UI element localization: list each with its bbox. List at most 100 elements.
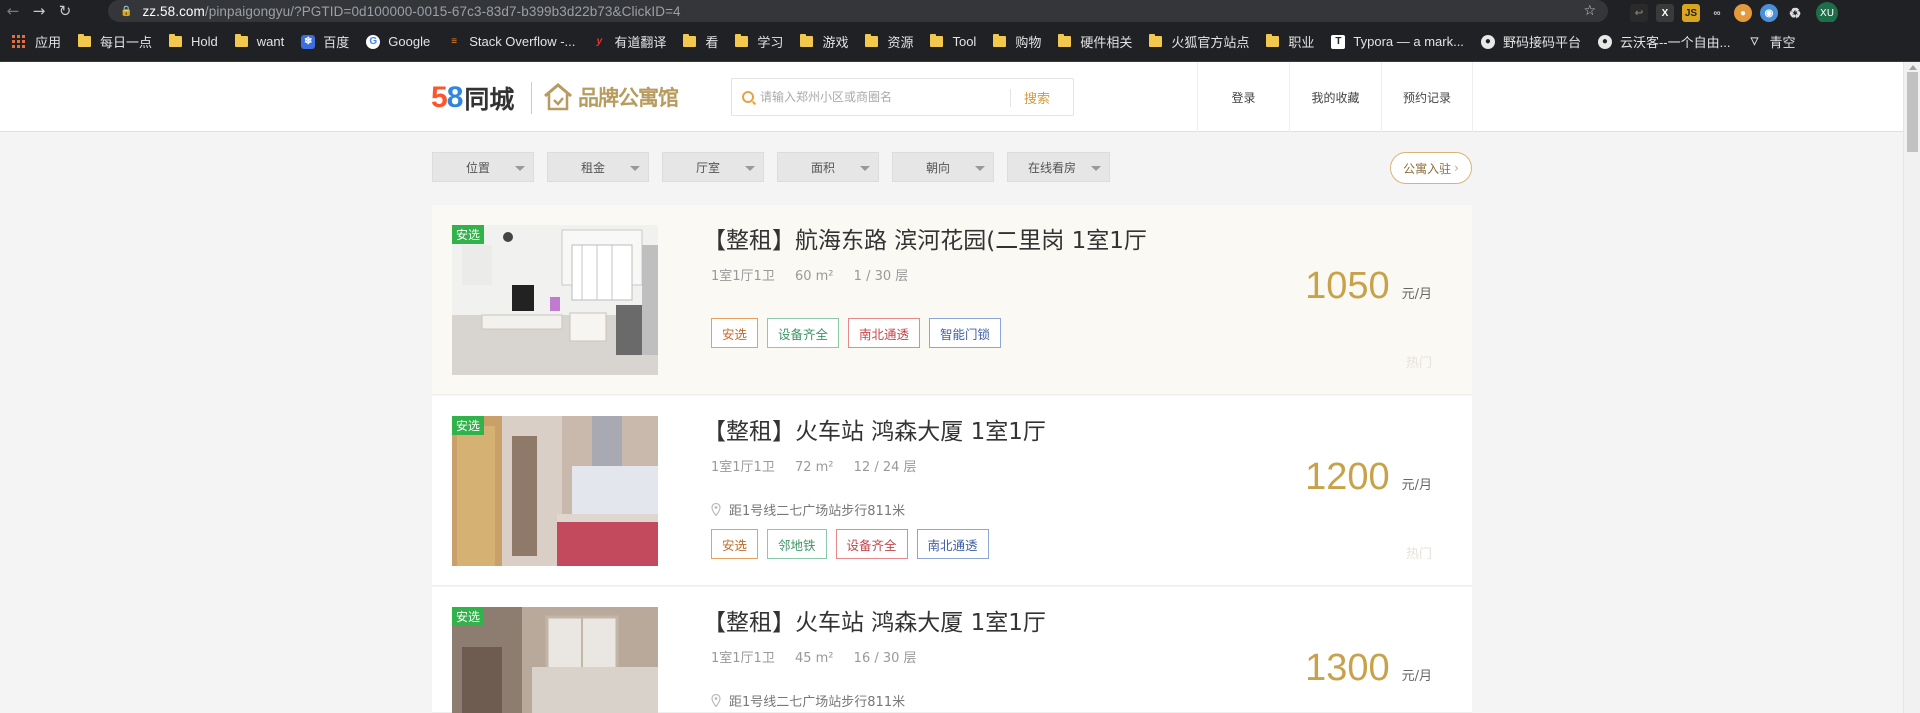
tag: 南北通透 <box>848 318 921 348</box>
anxuan-badge: 安选 <box>452 225 485 244</box>
bookmark-label: 资源 <box>887 35 914 50</box>
filter-rooms[interactable]: 厅室 <box>662 152 764 182</box>
bookings-link[interactable]: 预约记录 <box>1382 62 1473 132</box>
bookmark-label: 看 <box>705 35 719 50</box>
bookmark-folder[interactable]: 硬件相关 <box>1058 32 1132 51</box>
folder-icon <box>78 34 92 47</box>
search-icon <box>742 91 754 103</box>
listing-layout: 1室1厅1卫 <box>711 460 775 475</box>
hot-label: 热门 <box>1405 356 1432 371</box>
filter-bar: 位置 租金 厅室 面积 朝向 在线看房 <box>432 152 1472 182</box>
search-button[interactable]: 搜索 <box>1024 88 1050 107</box>
bookmark-stackoverflow[interactable]: ≡ Stack Overflow -... <box>447 34 575 49</box>
bookmark-typora[interactable]: T Typora — a mark... <box>1331 34 1464 49</box>
brand-text: 品牌公寓馆 <box>578 86 679 110</box>
bookmark-folder[interactable]: 资源 <box>865 32 913 51</box>
join-apartment-button[interactable]: 公寓入驻 › <box>1390 152 1472 184</box>
listing-title[interactable]: 【整租】火车站 鸿森大厦 1室1厅 <box>703 603 1046 637</box>
bookmark-folder[interactable]: Tool <box>930 34 976 49</box>
stackoverflow-icon: ≡ <box>451 36 458 47</box>
brand-apartment-logo[interactable]: 品牌公寓馆 <box>542 82 679 112</box>
listing-price: 1300 元/月 <box>1305 647 1432 690</box>
bookmark-folder[interactable]: 游戏 <box>800 32 848 51</box>
tag: 设备齐全 <box>767 318 840 348</box>
filter-location[interactable]: 位置 <box>432 152 534 182</box>
address-bar[interactable]: 🔒 zz.58.com/pinpaigongyu/?PGTID=0d100000… <box>108 0 1608 22</box>
search-divider <box>1010 89 1011 107</box>
extension-gray-icon[interactable]: ↩ <box>1630 4 1648 22</box>
extension-cookie-icon[interactable]: ● <box>1734 4 1752 22</box>
bookmark-yema[interactable]: ● 野码接码平台 <box>1480 32 1581 51</box>
bookmark-qingkong[interactable]: ▽ 青空 <box>1747 32 1796 51</box>
extension-js-icon[interactable]: JS <box>1682 4 1700 22</box>
globe-icon: ● <box>1480 34 1495 49</box>
hot-label: 热门 <box>1405 547 1432 562</box>
page-scrollbar[interactable] <box>1903 62 1920 713</box>
tag: 安选 <box>711 318 759 348</box>
bookmark-label: Stack Overflow -... <box>469 34 576 49</box>
caret-down-icon <box>745 166 755 171</box>
listing-tags: 安选 邻地铁 设备齐全 南北通透 <box>711 529 989 559</box>
listing-title[interactable]: 【整租】航海东路 滨河花园(二里岗 1室1厅 <box>703 221 1147 255</box>
58-logo[interactable]: 58 同城 <box>431 80 514 116</box>
typora-icon: T <box>1331 34 1346 49</box>
filter-rent[interactable]: 租金 <box>547 152 649 182</box>
bookmark-google[interactable]: G Google <box>366 34 430 49</box>
bookmark-folder[interactable]: want <box>234 34 284 49</box>
favorites-link[interactable]: 我的收藏 <box>1290 62 1382 132</box>
listing-card[interactable]: 安选 【整租】航海东路 滨河花园(二里岗 1室1厅 1室1厅1卫 60 m² 1… <box>432 205 1472 395</box>
bookmark-folder[interactable]: 每日一点 <box>78 32 152 51</box>
filter-orientation[interactable]: 朝向 <box>892 152 994 182</box>
search-input[interactable] <box>760 90 1010 104</box>
tag: 邻地铁 <box>767 529 827 559</box>
bookmark-label: 每日一点 <box>100 35 153 50</box>
room-photo-image <box>452 225 658 375</box>
caret-down-icon <box>975 166 985 171</box>
scroll-thumb[interactable] <box>1907 72 1918 152</box>
login-link[interactable]: 登录 <box>1198 62 1290 132</box>
bookmark-baidu[interactable]: ❄ 百度 <box>301 32 349 51</box>
listing-card[interactable]: 安选 【整租】火车站 鸿森大厦 1室1厅 1室1厅1卫 72 m² 12 / 2… <box>432 396 1472 586</box>
scroll-up-arrow-icon[interactable] <box>1909 65 1917 70</box>
url-path: /pinpaigongyu/?PGTID=0d100000-0015-67c3-… <box>204 3 681 19</box>
bookmark-folder[interactable]: 购物 <box>993 32 1041 51</box>
bookmark-label: 游戏 <box>822 35 849 50</box>
bookmark-folder[interactable]: 职业 <box>1266 32 1314 51</box>
listing-price: 1050 元/月 <box>1305 265 1432 308</box>
logo-city-text: 同城 <box>464 85 515 114</box>
bookmark-folder[interactable]: 火狐官方站点 <box>1149 32 1249 51</box>
bookmark-apps[interactable]: 应用 <box>12 32 61 51</box>
folder-icon <box>735 34 749 47</box>
filter-online-viewing[interactable]: 在线看房 <box>1007 152 1110 182</box>
bookmark-folder[interactable]: 看 <box>683 32 718 51</box>
listing-meta: 1室1厅1卫 60 m² 1 / 30 层 <box>711 265 924 284</box>
listing-photo[interactable]: 安选 <box>452 416 658 566</box>
extension-link-icon[interactable]: ∞ <box>1708 4 1726 22</box>
back-arrow-icon[interactable]: ← <box>0 0 26 22</box>
bookmark-yunwoke[interactable]: ● 云沃客--一个自由... <box>1597 32 1730 51</box>
bookmark-folder[interactable]: Hold <box>169 34 218 49</box>
listing-photo[interactable]: 安选 <box>452 607 658 713</box>
listing-title[interactable]: 【整租】火车站 鸿森大厦 1室1厅 <box>703 412 1046 446</box>
bookmark-folder[interactable]: 学习 <box>735 32 783 51</box>
profile-avatar[interactable]: XU <box>1816 2 1838 24</box>
anxuan-badge: 安选 <box>452 607 485 626</box>
extension-color-icon[interactable]: ◉ <box>1760 4 1778 22</box>
forward-arrow-icon[interactable]: → <box>26 0 52 22</box>
folder-icon <box>1266 34 1280 47</box>
extensions-puzzle-icon[interactable]: ♻ <box>1786 4 1804 22</box>
location-pin-icon <box>711 503 721 516</box>
bookmark-star-icon[interactable]: ☆ <box>1583 3 1596 19</box>
reload-icon[interactable]: ↻ <box>52 0 78 22</box>
listing-floor: 1 / 30 层 <box>853 269 909 284</box>
bookmark-youdao[interactable]: y 有道翻译 <box>592 32 667 51</box>
listing-card[interactable]: 安选 【整租】火车站 鸿森大厦 1室1厅 1室1厅1卫 45 m² 16 / 3… <box>432 587 1472 713</box>
globe-icon: ● <box>1597 34 1612 49</box>
listing-layout: 1室1厅1卫 <box>711 269 775 284</box>
tag: 南北通透 <box>916 529 989 559</box>
bookmark-label: Hold <box>191 34 218 49</box>
listing-photo[interactable]: 安选 <box>452 225 658 375</box>
filter-area[interactable]: 面积 <box>777 152 879 182</box>
lock-icon: 🔒 <box>120 5 133 17</box>
extension-x-icon[interactable]: X <box>1656 4 1674 22</box>
